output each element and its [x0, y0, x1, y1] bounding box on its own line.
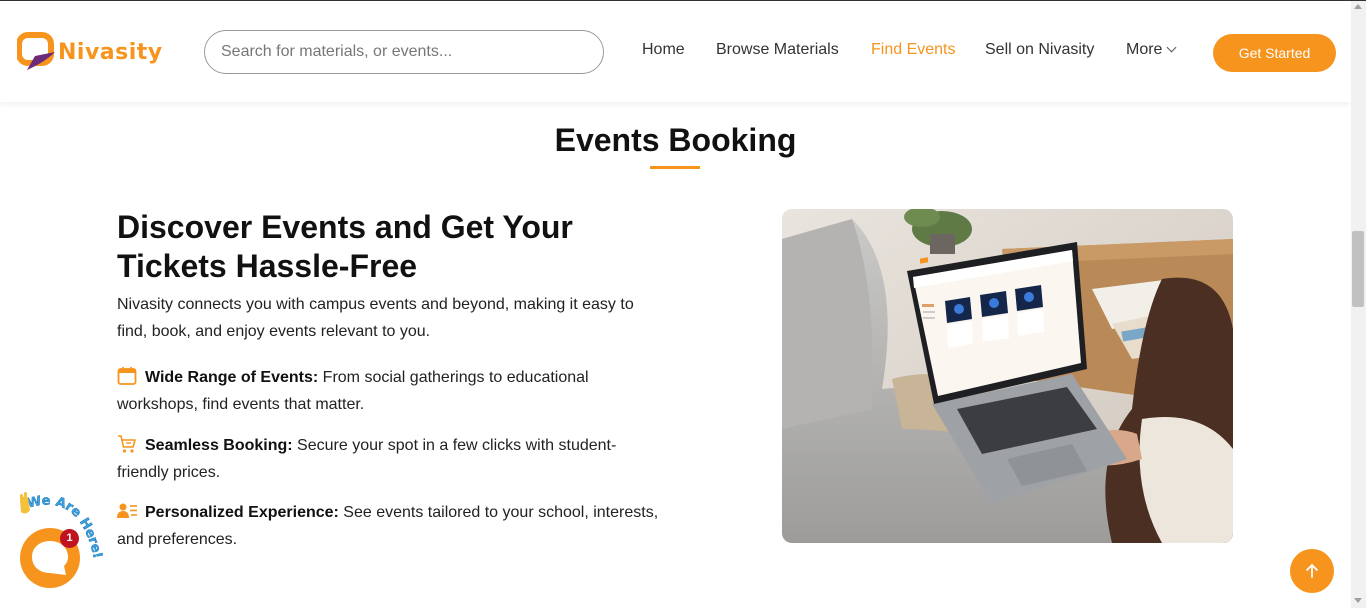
cart-icon	[117, 434, 137, 454]
section-title: Events Booking	[554, 122, 797, 158]
get-started-button[interactable]: Get Started	[1213, 34, 1336, 72]
scrollbar-thumb[interactable]	[1352, 231, 1364, 307]
nav-browse-materials[interactable]: Browse Materials	[716, 41, 839, 59]
chevron-down-icon	[1167, 42, 1177, 53]
search-box	[204, 30, 604, 74]
feature-item: Personalized Experience: See events tail…	[117, 499, 662, 553]
feature-item: Seamless Booking: Secure your spot in a …	[117, 432, 662, 486]
content-heading: Discover Events and Get Your Tickets Has…	[117, 209, 573, 284]
nav-more-dropdown[interactable]: More	[1126, 41, 1177, 59]
nivasity-logo-icon	[16, 32, 57, 72]
nav-sell-on-nivasity[interactable]: Sell on Nivasity	[985, 41, 1094, 59]
site-header: Nivasity Home Browse Materials Find Even…	[0, 1, 1351, 102]
nav-more-label: More	[1126, 41, 1163, 58]
nav-find-events[interactable]: Find Events	[871, 41, 955, 59]
nav-home[interactable]: Home	[642, 41, 685, 59]
chat-notification-badge: 1	[60, 529, 79, 548]
search-input[interactable]	[205, 31, 603, 73]
arrow-up-icon	[1306, 564, 1318, 578]
feature-title: Seamless Booking:	[145, 437, 293, 454]
event-booking-photo	[782, 209, 1233, 543]
scroll-down-arrow-icon[interactable]	[1354, 598, 1362, 603]
feature-title: Wide Range of Events:	[145, 369, 319, 386]
user-list-icon	[117, 501, 137, 521]
calendar-icon	[117, 366, 137, 386]
scroll-up-arrow-icon[interactable]	[1354, 4, 1362, 9]
scroll-to-top-button[interactable]	[1290, 549, 1334, 593]
feature-title: Personalized Experience:	[145, 504, 339, 521]
brand-logo[interactable]: Nivasity	[16, 32, 163, 72]
feature-item: Wide Range of Events: From social gather…	[117, 364, 662, 418]
section-title-underline	[650, 166, 700, 169]
brand-name: Nivasity	[58, 39, 163, 65]
content-intro: Nivasity connects you with campus events…	[117, 296, 634, 340]
waving-hand-icon	[20, 492, 30, 514]
